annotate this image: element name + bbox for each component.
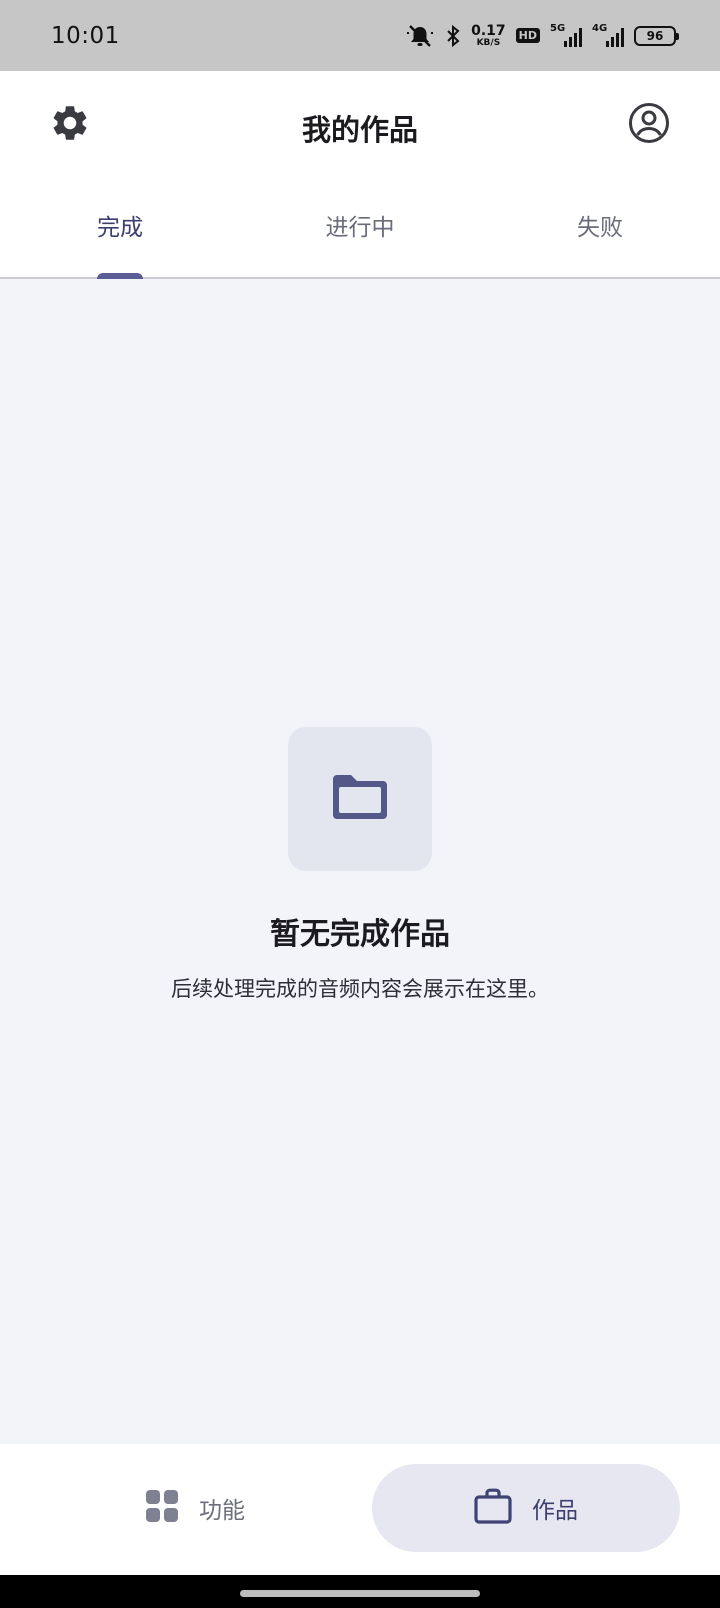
battery-icon: 96 xyxy=(634,25,679,46)
tab-failed[interactable]: 失败 xyxy=(480,208,720,242)
status-time: 10:01 xyxy=(51,22,120,49)
tab-in-progress[interactable]: 进行中 xyxy=(240,208,480,242)
folder-icon xyxy=(329,771,391,827)
battery-level: 96 xyxy=(646,28,664,43)
signal-5g-icon: 5G xyxy=(550,22,582,47)
page-title: 我的作品 xyxy=(301,113,418,147)
network-speed-unit: KB/S xyxy=(476,37,501,48)
tab-completed[interactable]: 完成 xyxy=(0,208,240,242)
status-bar: 10:01 0.17 KB/S HD 5G 4G 96 xyxy=(0,0,720,71)
gesture-handle[interactable] xyxy=(240,1590,480,1597)
network-speed: 0.17 KB/S xyxy=(471,24,506,48)
empty-state-description: 后续处理完成的音频内容会展示在这里。 xyxy=(171,977,549,1001)
active-tab-indicator xyxy=(97,273,143,279)
signal-5g-tag: 5G xyxy=(550,22,566,34)
nav-label-features: 功能 xyxy=(199,1498,245,1524)
app-header: 我的作品 xyxy=(0,71,720,178)
mute-icon xyxy=(405,24,435,48)
grid-icon xyxy=(145,1489,179,1527)
profile-button[interactable] xyxy=(625,101,673,149)
briefcase-icon xyxy=(474,1488,512,1528)
account-circle-icon xyxy=(628,102,670,148)
signal-4g-icon: 4G xyxy=(592,22,624,47)
empty-state: 暂无完成作品 后续处理完成的音频内容会展示在这里。 xyxy=(0,727,720,1003)
tab-bar: 完成 进行中 失败 xyxy=(0,178,720,279)
signal-4g-tag: 4G xyxy=(592,22,608,34)
nav-label-works: 作品 xyxy=(532,1498,578,1524)
empty-state-title: 暂无完成作品 xyxy=(270,917,450,952)
status-icons: 0.17 KB/S HD 5G 4G 96 xyxy=(405,22,679,48)
nav-item-works[interactable]: 作品 xyxy=(372,1464,680,1552)
bottom-nav: 功能 作品 xyxy=(0,1444,720,1575)
system-gesture-area xyxy=(0,1575,720,1608)
nav-item-features[interactable]: 功能 xyxy=(60,1464,330,1552)
network-speed-value: 0.17 xyxy=(471,22,506,39)
empty-state-icon-box xyxy=(288,727,432,871)
bluetooth-icon xyxy=(445,24,461,48)
hd-voice-badge: HD xyxy=(515,28,540,43)
